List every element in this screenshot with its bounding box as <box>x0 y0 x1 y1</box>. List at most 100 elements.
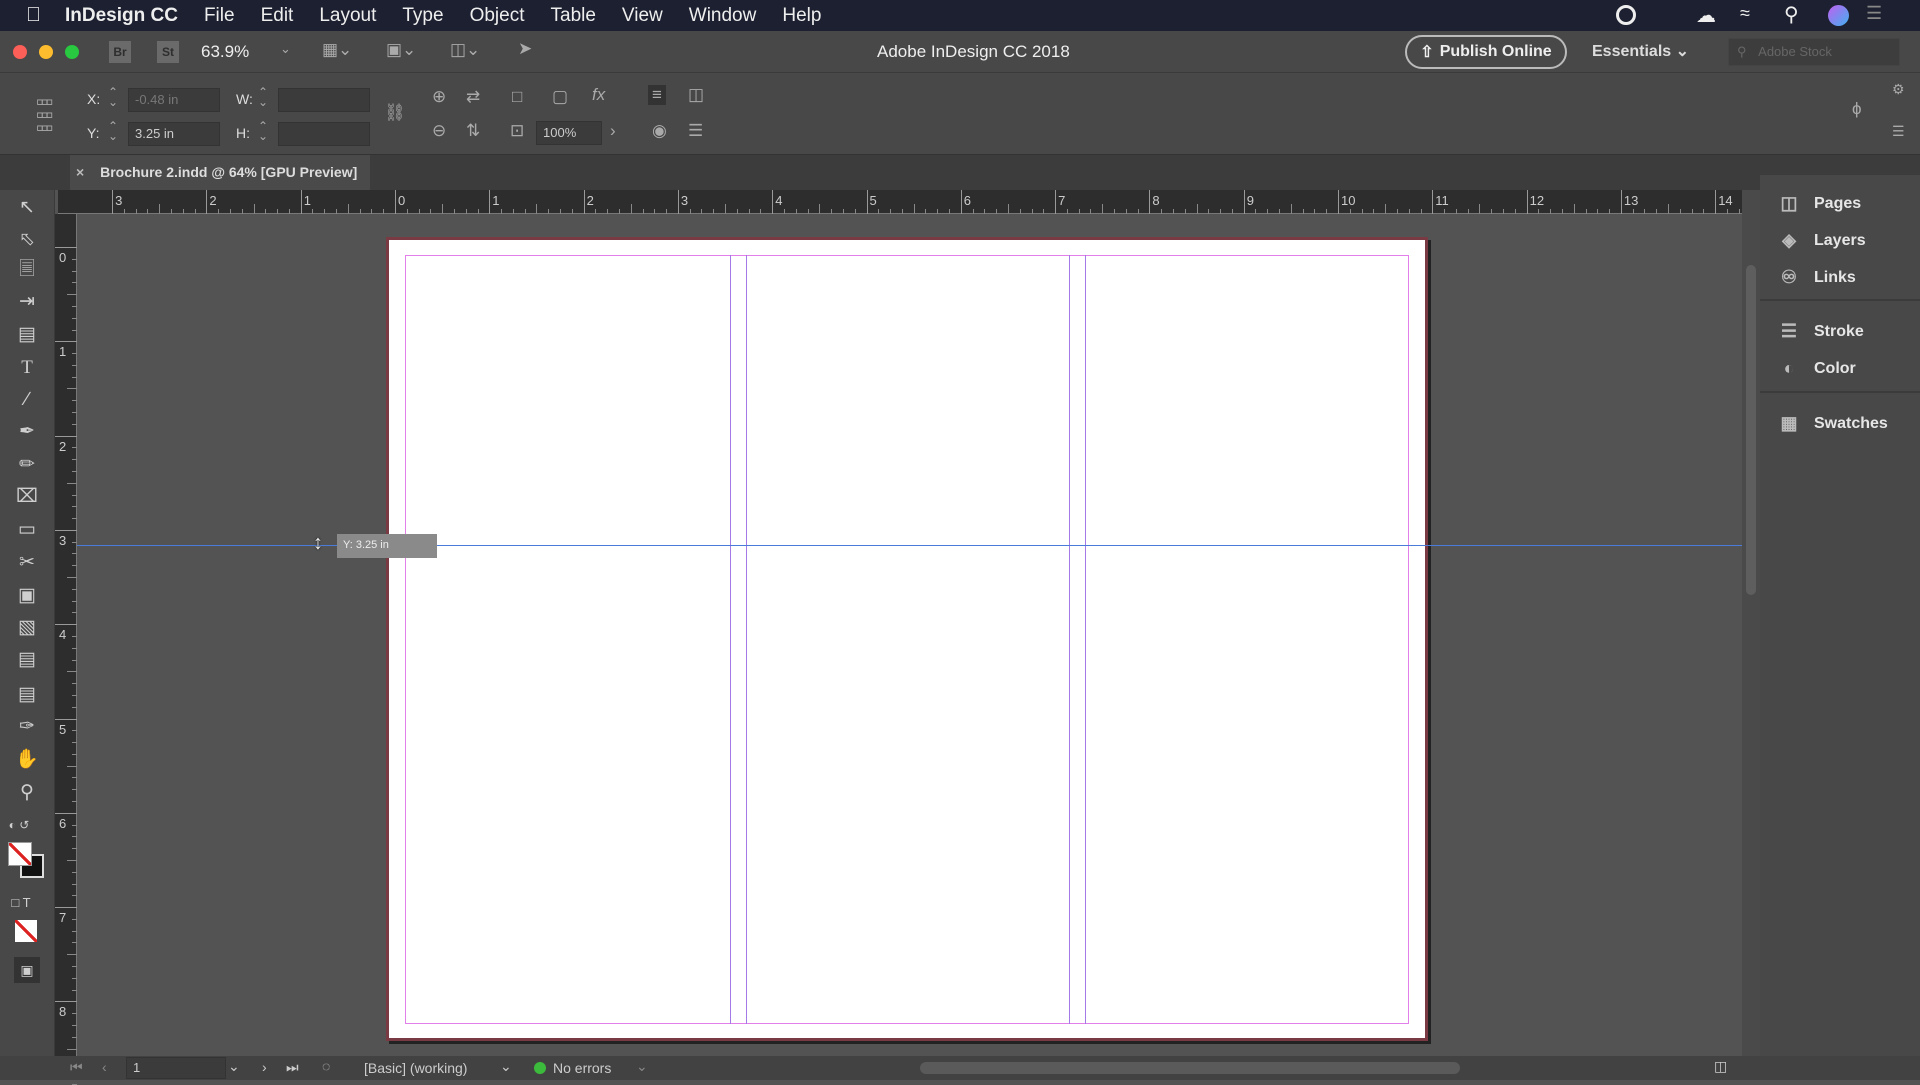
w-field[interactable] <box>278 88 370 112</box>
first-page-icon[interactable]: ⏮ <box>70 1059 83 1076</box>
y-field[interactable]: 3.25 in <box>128 122 220 146</box>
view-options-icon[interactable]: ▦⌄ <box>322 40 352 60</box>
profile-dropdown-chevron-icon[interactable]: ⌄ <box>500 1058 512 1075</box>
page-dropdown-chevron-icon[interactable]: ⌄ <box>228 1058 240 1075</box>
effects-fx-icon[interactable]: fx <box>592 85 605 105</box>
wrap-shape-icon[interactable]: ◉ <box>652 121 667 141</box>
workspace-switcher[interactable]: Essentials ⌄ <box>1592 41 1689 61</box>
w-stepper-icon[interactable]: ⌃ ⌄ <box>258 86 268 108</box>
previous-page-icon[interactable]: ‹ <box>102 1059 107 1075</box>
scale-field[interactable]: 100% <box>536 121 602 145</box>
flip-vertical-icon[interactable]: ⇅ <box>466 121 480 141</box>
h-stepper-icon[interactable]: ⌃ ⌄ <box>258 120 268 142</box>
close-window-button[interactable] <box>13 45 27 59</box>
shear-icon[interactable]: ⊖ <box>432 121 446 141</box>
panel-menu-icon[interactable]: ☰ <box>1892 123 1905 140</box>
preflight-profile[interactable]: [Basic] (working) <box>364 1060 467 1076</box>
panel-swatches[interactable]: ▦ Swatches <box>1776 413 1887 434</box>
vertical-scrollbar[interactable] <box>1742 190 1760 1056</box>
panel-stroke[interactable]: ☰ Stroke <box>1776 321 1864 342</box>
x-stepper-icon[interactable]: ⌃ ⌄ <box>108 86 118 108</box>
screen-mode-icon[interactable]: ▣⌄ <box>386 40 416 60</box>
default-colors-icon[interactable]: ◐ ↺ <box>6 812 32 838</box>
flip-horizontal-icon[interactable]: ⇄ <box>466 87 480 107</box>
ruler-guide[interactable] <box>77 545 1742 546</box>
panel-links[interactable]: ♾ Links <box>1776 267 1856 288</box>
publish-rocket-icon[interactable]: ➤ <box>518 39 532 59</box>
screen-mode-tool-icon[interactable]: ▣ <box>14 957 40 983</box>
formatting-affects-icon[interactable]: □ T <box>8 890 34 916</box>
line-tool-icon[interactable]: ∕ <box>14 387 40 413</box>
menu-window[interactable]: Window <box>689 5 757 27</box>
vertical-ruler[interactable]: 0 1 2 3 4 5 6 7 8 <box>55 214 77 1085</box>
menu-layout[interactable]: Layout <box>319 5 376 27</box>
zoom-tool-icon[interactable]: ⚲ <box>14 780 40 806</box>
spotlight-search-icon[interactable]: ⚲ <box>1784 2 1799 27</box>
quick-apply-icon[interactable]: ϕ <box>1852 99 1862 119</box>
horizontal-scrollbar[interactable] <box>660 1059 1700 1077</box>
gradient-swatch-tool-icon[interactable]: ▧ <box>14 615 40 641</box>
select-container-icon[interactable]: □ <box>512 87 522 107</box>
panel-color[interactable]: ◐ Color <box>1776 358 1856 379</box>
menu-app[interactable]: InDesign CC <box>65 5 178 27</box>
y-stepper-icon[interactable]: ⌃ ⌄ <box>108 120 118 142</box>
direct-selection-tool-icon[interactable]: ⬁ <box>14 227 40 253</box>
h-field[interactable] <box>278 122 370 146</box>
page-tool-icon[interactable]: 🗏 <box>14 257 40 283</box>
frame-icon[interactable]: ▢ <box>552 87 568 107</box>
hand-tool-icon[interactable]: ✋ <box>14 747 40 773</box>
screen-record-icon[interactable] <box>1616 5 1636 25</box>
menu-file[interactable]: File <box>204 5 235 27</box>
note-tool-icon[interactable]: ▤ <box>14 682 40 708</box>
gap-tool-icon[interactable]: ⇥ <box>14 289 40 315</box>
adobe-stock-search[interactable]: ⚲ Adobe Stock <box>1728 38 1900 66</box>
free-transform-tool-icon[interactable]: ▣ <box>14 583 40 609</box>
siri-icon[interactable] <box>1828 5 1849 26</box>
split-window-icon[interactable]: ◫ <box>1714 1058 1727 1075</box>
errors-dropdown-chevron-icon[interactable]: ⌄ <box>636 1058 648 1075</box>
menu-table[interactable]: Table <box>551 5 596 27</box>
rectangle-frame-tool-icon[interactable]: ⌧ <box>14 484 40 510</box>
wifi-icon[interactable]: ≈ <box>1740 3 1750 24</box>
apple-icon[interactable]:  <box>26 4 41 27</box>
page-number-field[interactable]: 1 <box>126 1057 226 1079</box>
pasteboard[interactable]: ↕ Y: 3.25 in <box>77 214 1742 1056</box>
menu-view[interactable]: View <box>622 5 663 27</box>
scale-arrow-icon[interactable]: › <box>610 121 616 141</box>
preflight-icon[interactable]: ◌ <box>322 1058 330 1074</box>
notification-center-icon[interactable]: ☰ <box>1866 3 1882 24</box>
gradient-feather-tool-icon[interactable]: ▤ <box>14 647 40 673</box>
pen-tool-icon[interactable]: ✒ <box>14 419 40 445</box>
minimize-window-button[interactable] <box>39 45 53 59</box>
document-tab[interactable]: × Brochure 2.indd @ 64% [GPU Preview] <box>70 155 370 190</box>
menu-help[interactable]: Help <box>782 5 821 27</box>
content-collector-icon[interactable]: ▤ <box>14 322 40 348</box>
menu-type[interactable]: Type <box>402 5 443 27</box>
wrap-bounding-icon[interactable]: ◫ <box>688 85 704 105</box>
scroll-thumb[interactable] <box>1746 265 1756 595</box>
zoom-level[interactable]: 63.9% <box>201 42 249 62</box>
fill-stroke-swatch[interactable] <box>8 842 46 880</box>
jump-object-icon[interactable]: ☰ <box>688 121 703 141</box>
creative-cloud-icon[interactable]: ☁ <box>1696 3 1716 28</box>
type-tool-icon[interactable]: T <box>14 355 40 381</box>
horizontal-ruler[interactable]: 3 2 1 0 1 2 3 4 5 6 7 8 9 10 11 12 13 14 <box>58 190 1799 214</box>
bridge-button[interactable]: Br <box>109 41 131 63</box>
panel-pages[interactable]: ◫ Pages <box>1776 193 1861 214</box>
reference-point-icon[interactable]: ▫▫▫ ▫▫▫ ▫▫▫ <box>36 91 72 139</box>
eyedropper-tool-icon[interactable]: ✑ <box>14 714 40 740</box>
publish-online-button[interactable]: ⇧ Publish Online <box>1405 35 1567 69</box>
scissors-tool-icon[interactable]: ✂ <box>14 550 40 576</box>
scroll-thumb[interactable] <box>920 1062 1460 1074</box>
apply-none-button[interactable] <box>15 920 37 942</box>
last-page-icon[interactable]: ⏭ <box>286 1059 299 1076</box>
close-tab-icon[interactable]: × <box>76 164 84 180</box>
pencil-tool-icon[interactable]: ✏ <box>14 452 40 478</box>
zoom-window-button[interactable] <box>65 45 79 59</box>
preflight-errors[interactable]: No errors <box>553 1060 611 1076</box>
menu-edit[interactable]: Edit <box>261 5 294 27</box>
stock-button[interactable]: St <box>157 41 179 63</box>
scale-icon[interactable]: ⊡ <box>510 121 524 141</box>
menu-object[interactable]: Object <box>470 5 525 27</box>
next-page-icon[interactable]: › <box>262 1059 267 1075</box>
